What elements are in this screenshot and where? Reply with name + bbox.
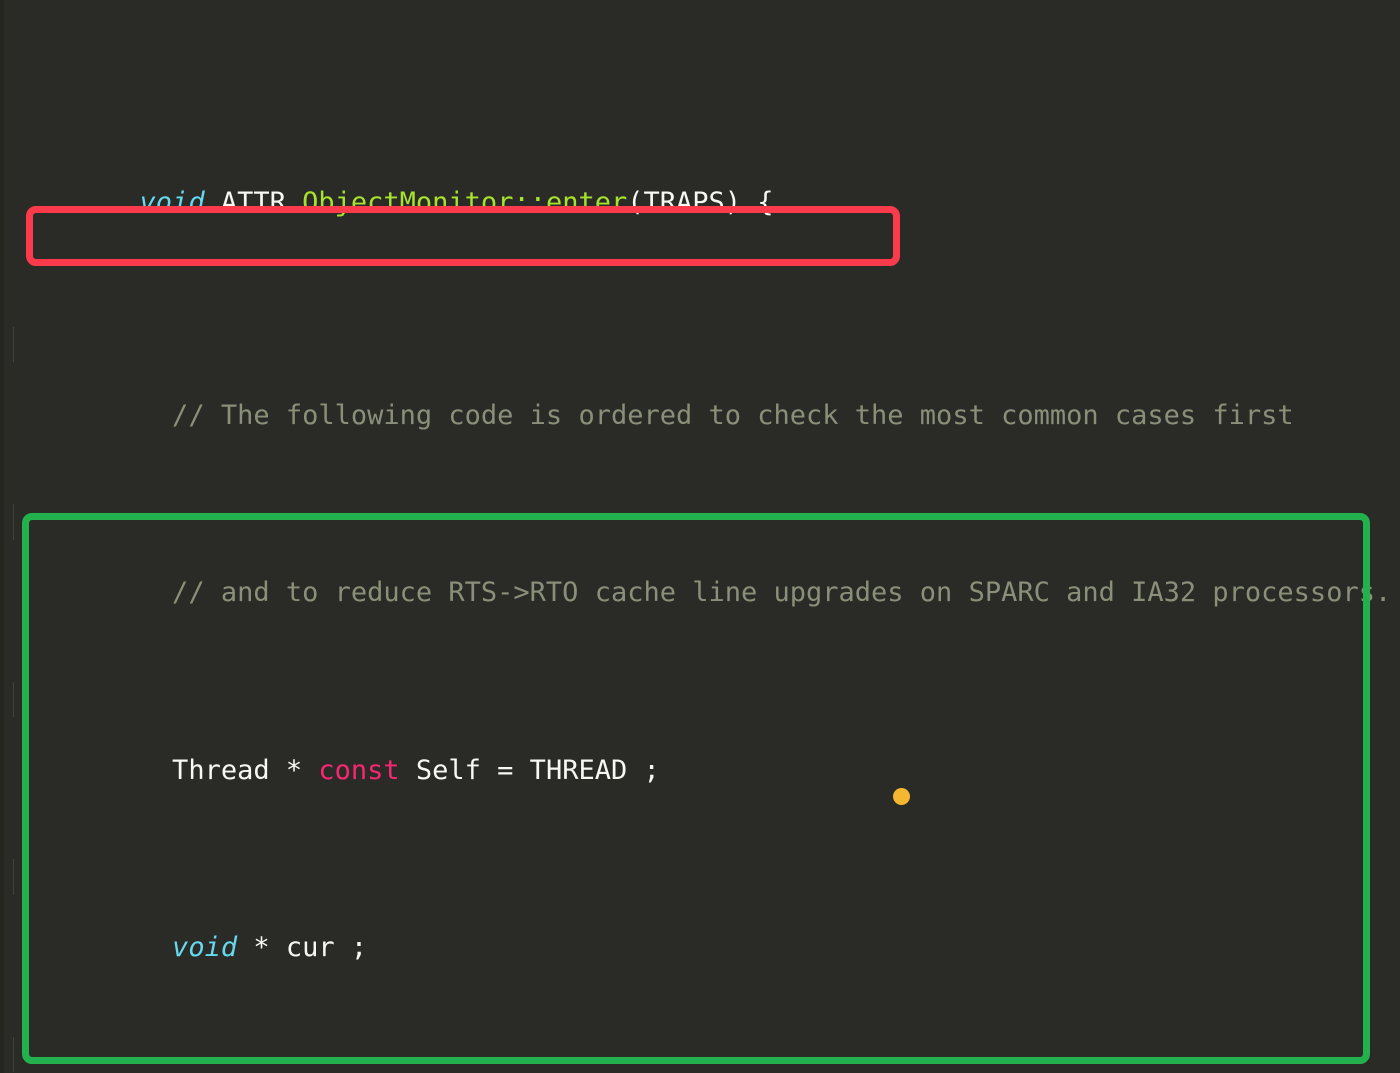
code-screenshot: void ATTR ObjectMonitor::enter(TRAPS) { … [0,0,1400,1073]
token-self-assign: Self = THREAD ; [399,754,660,786]
code-line-1[interactable]: void ATTR ObjectMonitor::enter(TRAPS) { [0,149,1400,218]
code-line-4[interactable]: Thread * const Self = THREAD ; [0,681,1400,786]
token-comment: // and to reduce RTS->RTO cache line upg… [139,577,1392,608]
token-keyword-const: const [318,754,400,786]
token-params: (TRAPS) { [627,186,774,218]
token-function-name: ObjectMonitor::enter [302,186,628,218]
token-thread-decl: Thread * [139,754,319,786]
token-type-void: void [139,186,205,218]
indent-guide [13,1036,14,1072]
indent-guide [13,504,14,540]
code-line-2[interactable]: // The following code is ordered to chec… [0,326,1400,431]
indent-guide [13,681,14,717]
code-line-5[interactable]: void * cur ; [0,859,1400,963]
token-comment: // The following code is ordered to chec… [139,399,1294,431]
amber-marker-dot [893,788,910,805]
indent-guide [13,859,14,895]
token-cur-decl: * cur ; [237,932,368,963]
code-editor-surface[interactable]: void ATTR ObjectMonitor::enter(TRAPS) { … [0,0,1400,1073]
code-line-6-highlighted[interactable]: cur = Atomic::cmpxchg_ptr (Self, &_owner… [0,1036,1400,1072]
code-line-3[interactable]: // and to reduce RTS->RTO cache line upg… [0,504,1400,608]
token-type-void: void [139,932,238,963]
indent-guide [13,326,14,362]
token-attr: ATTR [204,186,303,218]
